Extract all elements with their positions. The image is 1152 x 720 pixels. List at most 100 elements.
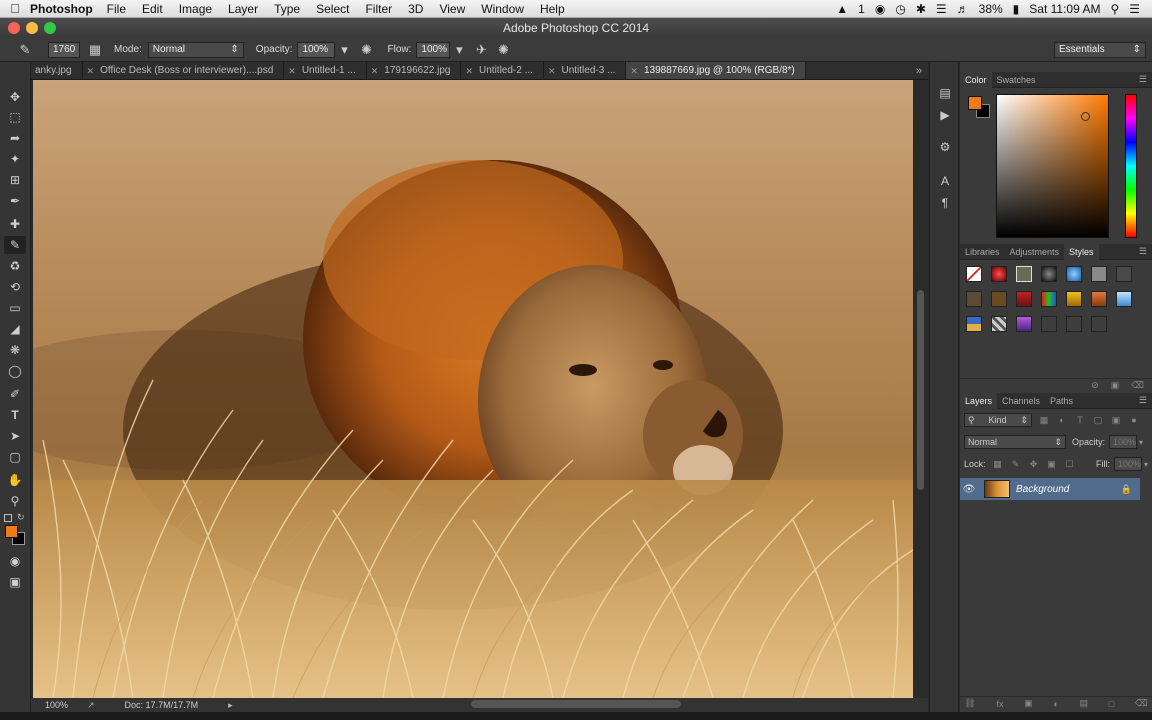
visibility-eye-icon[interactable]: 👁 bbox=[960, 484, 978, 495]
new-group-icon[interactable]: ▤ bbox=[1080, 698, 1089, 709]
chevron-down-icon[interactable]: ▾ bbox=[1144, 460, 1148, 469]
menu-image[interactable]: Image bbox=[179, 2, 212, 16]
zoom-window-button[interactable] bbox=[44, 22, 56, 34]
close-tab-icon[interactable]: ✕ bbox=[87, 62, 95, 79]
filter-adjustment-icon[interactable]: ◐ bbox=[1056, 414, 1068, 426]
type-icon[interactable]: T bbox=[4, 406, 26, 424]
canvas-area[interactable] bbox=[31, 80, 928, 698]
lock-artboard-icon[interactable]: ▣ bbox=[1046, 458, 1058, 470]
clone-stamp-icon[interactable]: ♻ bbox=[4, 257, 26, 275]
tab-179196622[interactable]: ✕ 179196622.jpg bbox=[367, 62, 462, 79]
menu-3d[interactable]: 3D bbox=[408, 2, 423, 16]
delete-layer-icon[interactable]: ⌫ bbox=[1135, 698, 1148, 709]
style-swatch[interactable] bbox=[1041, 316, 1057, 332]
notification-count[interactable]: 1 bbox=[858, 2, 865, 16]
style-swatch[interactable] bbox=[1091, 316, 1107, 332]
add-mask-icon[interactable]: ▣ bbox=[1024, 698, 1033, 709]
canvas-horizontal-scrollbar[interactable] bbox=[471, 700, 681, 708]
clear-style-icon[interactable]: ⊘ bbox=[1091, 380, 1099, 391]
tab-swatches[interactable]: Swatches bbox=[992, 72, 1041, 88]
scroll-thumb[interactable] bbox=[917, 290, 924, 490]
quick-mask-icon[interactable]: ◉ bbox=[4, 552, 26, 570]
layer-opacity-field[interactable]: 100% bbox=[1109, 435, 1138, 449]
pressure-size-icon[interactable]: ✺ bbox=[494, 42, 512, 58]
style-swatch[interactable] bbox=[1091, 266, 1107, 282]
foreground-color-swatch[interactable] bbox=[5, 525, 18, 538]
style-swatch[interactable] bbox=[966, 291, 982, 307]
menu-help[interactable]: Help bbox=[540, 2, 565, 16]
style-swatch[interactable] bbox=[991, 291, 1007, 307]
filter-smart-icon[interactable]: ▣ bbox=[1110, 414, 1122, 426]
tab-office-desk[interactable]: ✕ Office Desk (Boss or interviewer)....p… bbox=[83, 62, 285, 79]
style-swatch[interactable] bbox=[1016, 291, 1032, 307]
tab-paths[interactable]: Paths bbox=[1045, 393, 1078, 409]
close-window-button[interactable] bbox=[8, 22, 20, 34]
zoom-level[interactable]: 100% bbox=[45, 700, 85, 710]
link-layers-icon[interactable]: ⛓ bbox=[964, 698, 975, 709]
style-swatch[interactable] bbox=[1041, 266, 1057, 282]
tab-layers[interactable]: Layers bbox=[960, 392, 998, 409]
fx-icon[interactable]: fx bbox=[996, 699, 1003, 709]
layer-name[interactable]: Background bbox=[1016, 484, 1069, 495]
brush-preset-icon[interactable]: ✎ bbox=[16, 42, 34, 58]
opacity-dropdown-icon[interactable]: ▾ bbox=[335, 42, 353, 58]
menu-filter[interactable]: Filter bbox=[365, 2, 392, 16]
lasso-icon[interactable]: ➦ bbox=[4, 129, 26, 147]
swap-colors-icon[interactable]: ↻ bbox=[17, 512, 25, 523]
panel-menu-icon[interactable]: ☰ bbox=[1139, 395, 1147, 406]
layer-row-background[interactable]: 👁 Background 🔒 bbox=[960, 478, 1140, 500]
character-icon[interactable]: A bbox=[936, 172, 954, 190]
gradient-icon[interactable]: ◢ bbox=[4, 320, 26, 338]
rectangle-icon[interactable]: ▢ bbox=[4, 448, 26, 466]
lock-all-icon[interactable]: ☐ bbox=[1064, 458, 1076, 470]
menu-app-name[interactable]: Photoshop bbox=[30, 2, 93, 16]
chevron-down-icon[interactable]: ▾ bbox=[1139, 438, 1143, 447]
menu-edit[interactable]: Edit bbox=[142, 2, 163, 16]
battery-percent[interactable]: 38% bbox=[979, 2, 1003, 16]
tab-color[interactable]: Color bbox=[960, 71, 992, 88]
canvas-vertical-scrollbar[interactable] bbox=[914, 80, 928, 698]
actions-play-icon[interactable]: ▶ bbox=[936, 106, 954, 124]
notification-center-icon[interactable]: ☰ bbox=[1129, 2, 1140, 16]
dodge-icon[interactable]: ◯ bbox=[4, 362, 26, 380]
style-swatch[interactable] bbox=[966, 316, 982, 332]
path-select-icon[interactable]: ➤ bbox=[4, 427, 26, 445]
history-icon[interactable]: ▤ bbox=[936, 84, 954, 102]
filter-type-icon[interactable]: T bbox=[1074, 414, 1086, 426]
magic-wand-icon[interactable]: ✦ bbox=[4, 150, 26, 168]
marquee-icon[interactable]: ⬚ bbox=[4, 108, 26, 126]
time-machine-icon[interactable]: ◷ bbox=[895, 2, 905, 16]
move-icon[interactable]: ✥ bbox=[4, 88, 26, 106]
volume-icon[interactable]: ♬ bbox=[957, 2, 969, 16]
crop-icon[interactable]: ⊞ bbox=[4, 171, 26, 189]
eraser-icon[interactable]: ▭ bbox=[4, 299, 26, 317]
menu-type[interactable]: Type bbox=[274, 2, 300, 16]
tab-untitled-3[interactable]: ✕ Untitled-3 ... bbox=[544, 62, 627, 79]
blur-icon[interactable]: ❋ bbox=[4, 341, 26, 359]
default-colors-icon[interactable] bbox=[4, 514, 12, 522]
menu-view[interactable]: View bbox=[439, 2, 465, 16]
clock[interactable]: Sat 11:09 AM bbox=[1029, 2, 1100, 16]
healing-icon[interactable]: ✚ bbox=[4, 215, 26, 233]
menu-file[interactable]: File bbox=[107, 2, 126, 16]
export-icon[interactable]: ↗ bbox=[87, 700, 95, 711]
filter-toggle-icon[interactable]: ● bbox=[1128, 414, 1140, 426]
filter-kind-select[interactable]: ⚲ Kind ⇕ bbox=[964, 413, 1032, 427]
lock-position-icon[interactable]: ✥ bbox=[1028, 458, 1040, 470]
close-tab-icon[interactable]: ✕ bbox=[288, 62, 296, 79]
style-swatch[interactable] bbox=[1016, 266, 1032, 282]
hue-slider[interactable] bbox=[1125, 94, 1137, 238]
tab-libraries[interactable]: Libraries bbox=[960, 244, 1005, 260]
close-tab-icon[interactable]: ✕ bbox=[371, 62, 379, 79]
blend-mode-select[interactable]: Normal ⇕ bbox=[964, 435, 1066, 449]
brush-icon[interactable]: ✎ bbox=[4, 236, 26, 254]
spotlight-icon[interactable]: ⚲ bbox=[1110, 2, 1119, 16]
tab-adjustments[interactable]: Adjustments bbox=[1005, 244, 1065, 260]
close-tab-icon[interactable]: ✕ bbox=[465, 62, 473, 79]
filter-shape-icon[interactable]: ▢ bbox=[1092, 414, 1104, 426]
color-picker-field[interactable] bbox=[996, 94, 1109, 238]
tab-overflow-icon[interactable]: » bbox=[916, 65, 922, 77]
style-swatch[interactable] bbox=[1066, 316, 1082, 332]
menu-layer[interactable]: Layer bbox=[228, 2, 258, 16]
properties-icon[interactable]: ⚙ bbox=[936, 138, 954, 156]
